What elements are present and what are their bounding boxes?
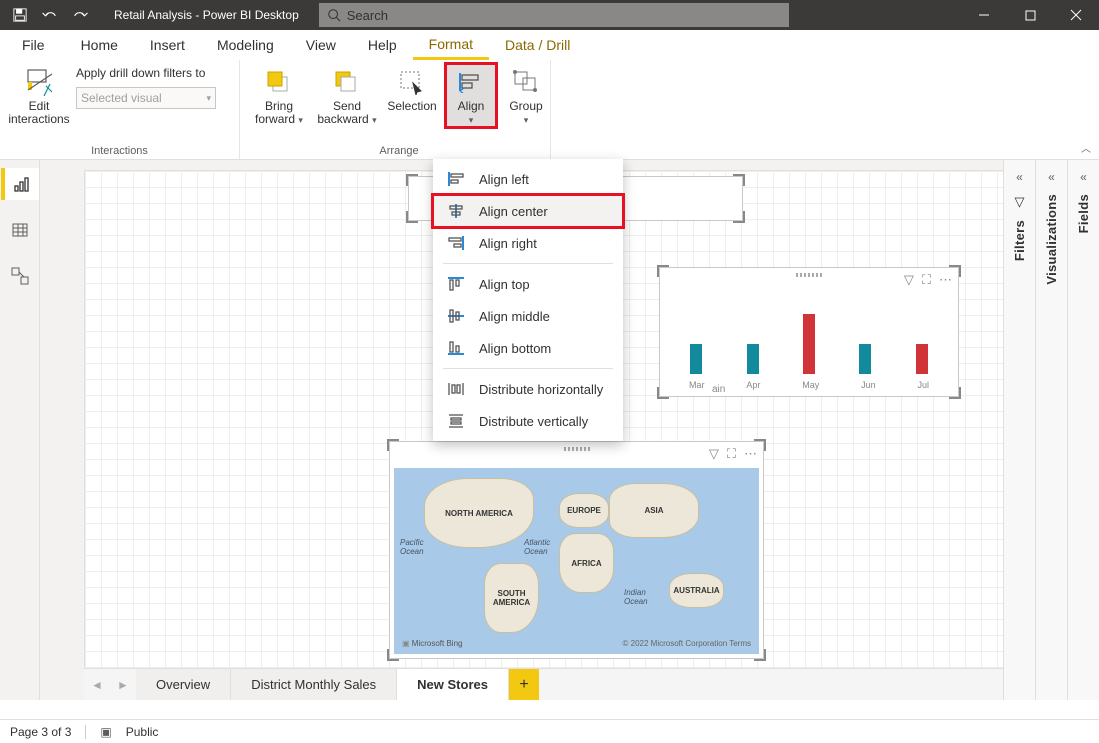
distribute-vertical-item[interactable]: Distribute vertically bbox=[433, 405, 623, 437]
search-placeholder: Search bbox=[347, 8, 388, 23]
ribbon-group-interactions: Interactions bbox=[8, 143, 231, 157]
tab-format[interactable]: Format bbox=[413, 30, 489, 60]
undo-button[interactable] bbox=[36, 1, 64, 29]
resize-handle[interactable] bbox=[733, 211, 745, 223]
resize-handle[interactable] bbox=[406, 174, 418, 186]
align-bottom-item[interactable]: Align bottom bbox=[433, 332, 623, 364]
resize-handle[interactable] bbox=[733, 174, 745, 186]
map-visual[interactable]: ▽ ⛶ ⋯ This Year Sales by City and Chain … bbox=[389, 441, 764, 659]
distribute-h-icon bbox=[447, 381, 465, 397]
panes: « ▽ Filters « Visualizations « Fields bbox=[1003, 160, 1099, 700]
send-backward-button[interactable]: Send backward ▾ bbox=[316, 64, 378, 127]
drag-handle[interactable] bbox=[796, 273, 822, 277]
tab-data-drill[interactable]: Data / Drill bbox=[489, 30, 586, 60]
report-view-button[interactable] bbox=[1, 168, 39, 200]
focus-icon[interactable]: ⛶ bbox=[727, 446, 736, 462]
search-box[interactable]: Search bbox=[319, 3, 789, 27]
tab-view[interactable]: View bbox=[290, 30, 352, 60]
align-center-icon bbox=[447, 203, 465, 219]
tab-nav-next[interactable]: ► bbox=[110, 669, 136, 700]
align-button[interactable]: Align▾ bbox=[446, 64, 496, 127]
model-view-button[interactable] bbox=[1, 260, 39, 292]
distribute-v-icon bbox=[447, 413, 465, 429]
maximize-button[interactable] bbox=[1007, 0, 1053, 30]
chart-visual[interactable]: ▽ ⛶ ⋯ ain Mar Apr May Jun Jul bbox=[659, 267, 959, 397]
window-controls bbox=[961, 0, 1099, 30]
ribbon-collapse-button[interactable]: ︿ bbox=[1081, 140, 1091, 155]
map-body[interactable]: NORTH AMERICA EUROPE ASIA AFRICA SOUTH A… bbox=[394, 468, 759, 654]
chart-plot bbox=[668, 292, 950, 374]
resize-handle[interactable] bbox=[387, 439, 399, 451]
page-tab-district[interactable]: District Monthly Sales bbox=[231, 669, 397, 700]
align-top-icon bbox=[447, 276, 465, 292]
page-tab-overview[interactable]: Overview bbox=[136, 669, 231, 700]
align-middle-icon bbox=[447, 308, 465, 324]
focus-icon[interactable]: ⛶ bbox=[922, 272, 931, 288]
filter-icon[interactable]: ▽ bbox=[904, 272, 914, 288]
align-center-item[interactable]: Align center bbox=[433, 195, 623, 227]
visualizations-pane[interactable]: « Visualizations bbox=[1035, 160, 1067, 700]
bring-forward-button[interactable]: Bring forward ▾ bbox=[248, 64, 310, 127]
edit-interactions-button[interactable]: Edit interactions bbox=[8, 64, 70, 126]
align-left-item[interactable]: Align left bbox=[433, 163, 623, 195]
minimize-button[interactable] bbox=[961, 0, 1007, 30]
search-icon bbox=[327, 8, 341, 22]
ribbon-tabs: File Home Insert Modeling View Help Form… bbox=[0, 30, 1099, 60]
distribute-horizontal-item[interactable]: Distribute horizontally bbox=[433, 373, 623, 405]
titlebar: Retail Analysis - Power BI Desktop Searc… bbox=[0, 0, 1099, 30]
chevron-left-icon: « bbox=[1048, 170, 1055, 184]
resize-handle[interactable] bbox=[754, 439, 766, 451]
tab-insert[interactable]: Insert bbox=[134, 30, 201, 60]
resize-handle[interactable] bbox=[949, 265, 961, 277]
page-tabs: ◄ ► Overview District Monthly Sales New … bbox=[84, 668, 1003, 700]
chevron-left-icon: « bbox=[1080, 170, 1087, 184]
page-tab-newstores[interactable]: New Stores bbox=[397, 669, 509, 700]
align-menu: Align left Align center Align right Alig… bbox=[433, 159, 623, 441]
ribbon-group-arrange: Arrange bbox=[248, 143, 550, 157]
resize-handle[interactable] bbox=[657, 265, 669, 277]
page-indicator: Page 3 of 3 bbox=[10, 725, 71, 739]
align-top-item[interactable]: Align top bbox=[433, 268, 623, 300]
sensitivity-label[interactable]: Public bbox=[126, 725, 159, 739]
window-title: Retail Analysis - Power BI Desktop bbox=[100, 8, 313, 22]
filters-pane[interactable]: « ▽ Filters bbox=[1003, 160, 1035, 700]
close-button[interactable] bbox=[1053, 0, 1099, 30]
sensitivity-icon[interactable]: ▣ bbox=[100, 725, 111, 739]
align-bottom-icon bbox=[447, 340, 465, 356]
funnel-icon: ▽ bbox=[1015, 194, 1025, 210]
tab-modeling[interactable]: Modeling bbox=[201, 30, 290, 60]
add-page-button[interactable]: + bbox=[509, 669, 539, 700]
tab-file[interactable]: File bbox=[12, 30, 65, 60]
data-view-button[interactable] bbox=[1, 214, 39, 246]
chevron-left-icon: « bbox=[1016, 170, 1023, 184]
tab-help[interactable]: Help bbox=[352, 30, 413, 60]
redo-button[interactable] bbox=[66, 1, 94, 29]
quick-access-toolbar bbox=[0, 1, 100, 29]
tab-home[interactable]: Home bbox=[65, 30, 134, 60]
align-left-icon bbox=[447, 171, 465, 187]
resize-handle[interactable] bbox=[406, 211, 418, 223]
resize-handle[interactable] bbox=[657, 387, 669, 399]
tab-nav-prev[interactable]: ◄ bbox=[84, 669, 110, 700]
statusbar: Page 3 of 3 ▣ Public bbox=[0, 719, 1099, 743]
selection-button[interactable]: Selection bbox=[384, 64, 440, 113]
align-right-item[interactable]: Align right bbox=[433, 227, 623, 259]
align-middle-item[interactable]: Align middle bbox=[433, 300, 623, 332]
fields-pane[interactable]: « Fields bbox=[1067, 160, 1099, 700]
resize-handle[interactable] bbox=[754, 649, 766, 661]
resize-handle[interactable] bbox=[949, 387, 961, 399]
ribbon: Edit interactions Apply drill down filte… bbox=[0, 60, 1099, 160]
drill-filters-select[interactable]: Selected visual ▾ bbox=[76, 87, 216, 109]
group-button[interactable]: Group▾ bbox=[502, 64, 550, 127]
align-right-icon bbox=[447, 235, 465, 251]
drill-filters-label: Apply drill down filters to bbox=[76, 64, 216, 84]
drag-handle[interactable] bbox=[564, 447, 590, 451]
save-button[interactable] bbox=[6, 1, 34, 29]
filter-icon[interactable]: ▽ bbox=[709, 446, 719, 462]
resize-handle[interactable] bbox=[387, 649, 399, 661]
view-bar bbox=[0, 160, 40, 700]
